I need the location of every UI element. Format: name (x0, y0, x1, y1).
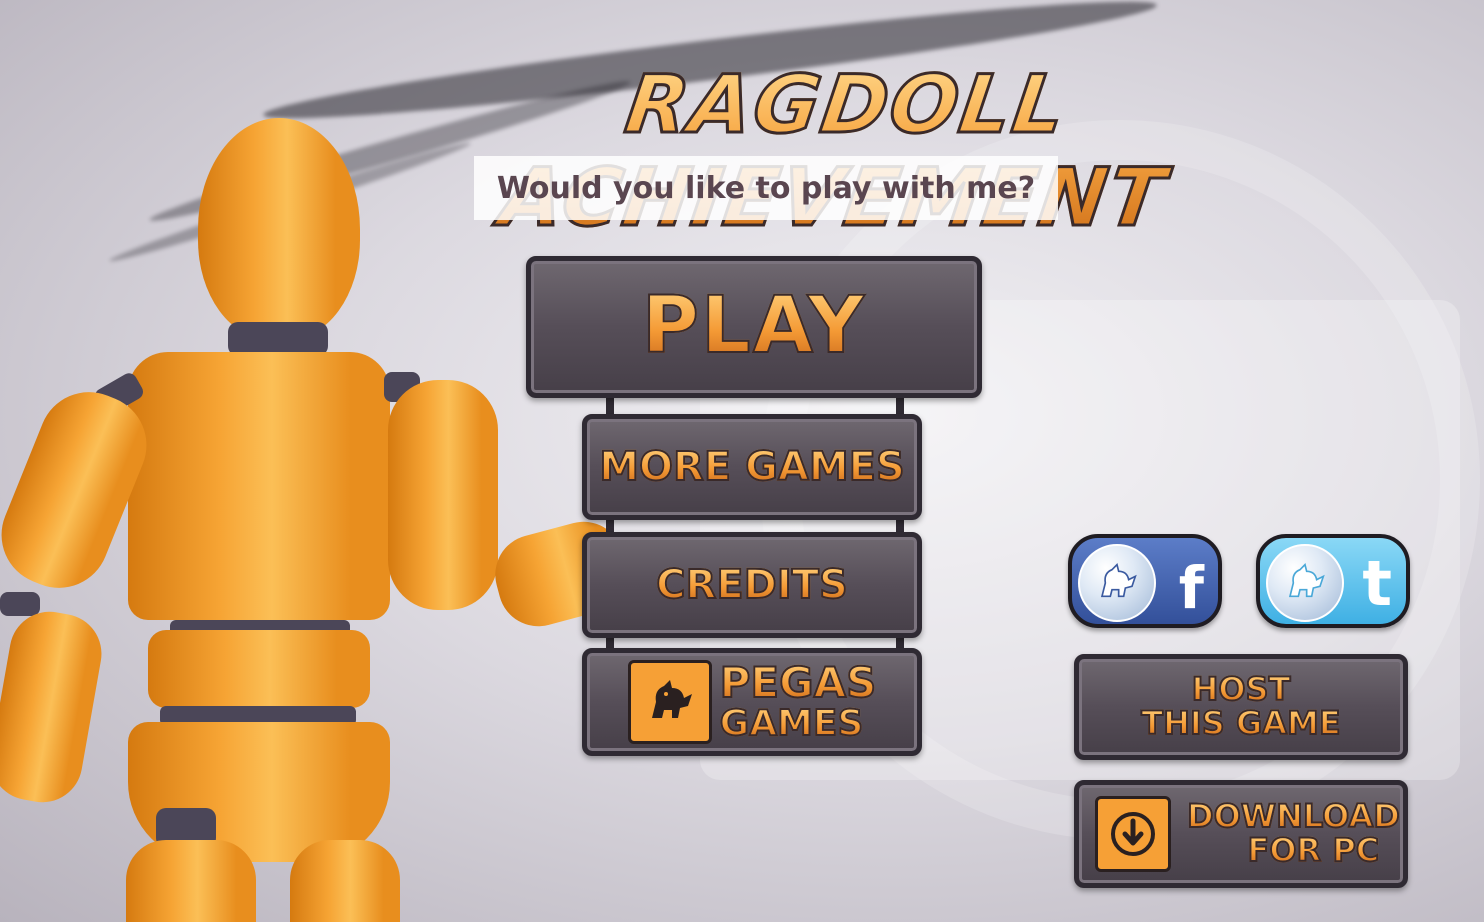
twitter-icon: t (1362, 546, 1392, 620)
mannequin-neck (228, 322, 328, 356)
games-label: GAMES (719, 703, 865, 745)
mannequin-forearm-left (0, 605, 108, 809)
pegas-games-button[interactable]: PEGAS GAMES (582, 648, 922, 756)
play-button-label: PLAY (641, 281, 867, 372)
pegas-label: PEGAS (719, 658, 878, 708)
for-pc-label: FOR PC (1246, 831, 1380, 869)
more-games-button-label: MORE GAMES (598, 444, 906, 490)
mannequin-head (198, 118, 360, 340)
host-this-game-button[interactable]: HOST THIS GAME (1074, 654, 1408, 760)
download-for-pc-button[interactable]: DOWNLOAD FOR PC (1074, 780, 1408, 888)
credits-button[interactable]: CREDITS (582, 532, 922, 638)
facebook-share-button[interactable]: f (1068, 534, 1222, 628)
mannequin-thigh (126, 840, 256, 922)
pegasus-mascot-icon (1266, 544, 1344, 622)
mannequin-chest (128, 352, 390, 620)
download-label: DOWNLOAD (1186, 797, 1401, 836)
twitter-share-button[interactable]: t (1256, 534, 1410, 628)
more-games-button[interactable]: MORE GAMES (582, 414, 922, 520)
mannequin-thigh (290, 840, 400, 922)
subtitle-banner: Would you like to play with me? (474, 156, 1058, 220)
pegasus-mascot-icon (627, 660, 712, 744)
facebook-icon: f (1178, 554, 1204, 622)
credits-button-label: CREDITS (655, 562, 849, 608)
mannequin-upper-arm-right (388, 380, 498, 610)
this-game-label: THIS GAME (1140, 704, 1341, 742)
mannequin-abdomen (148, 630, 370, 708)
play-button[interactable]: PLAY (526, 256, 982, 398)
download-arrow-icon (1095, 796, 1171, 872)
host-label: HOST (1191, 670, 1292, 709)
mannequin-elbow-left (0, 592, 40, 616)
game-subtitle: Would you like to play with me? (496, 170, 1036, 206)
pegasus-mascot-icon (1078, 544, 1156, 622)
